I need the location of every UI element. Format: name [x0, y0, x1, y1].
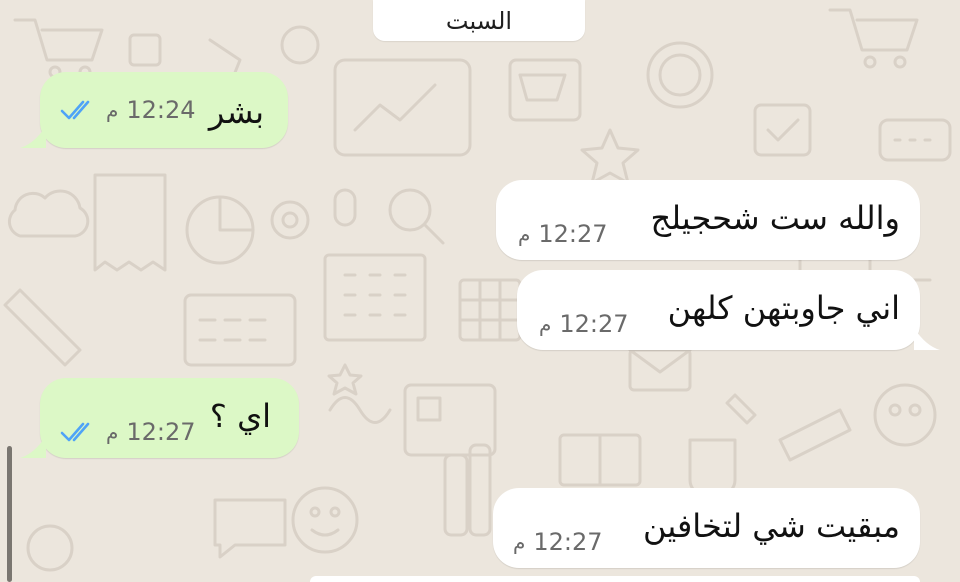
message-meta: م 12:24 — [60, 98, 196, 122]
date-separator-label: السبت — [445, 6, 513, 35]
bubble-tail — [20, 436, 46, 458]
scrollbar-thumb[interactable] — [7, 446, 12, 582]
message-meta: م 12:27 — [513, 530, 603, 554]
message-bubble-sent[interactable]: بشر م 12:24 — [40, 72, 288, 148]
message-text: اني جاوبتهن كلهن — [667, 289, 900, 327]
bubble-tail — [914, 328, 940, 350]
message-bubble-sent[interactable]: اي ؟ م 12:27 — [40, 378, 299, 458]
message-text: اي ؟ — [209, 397, 271, 435]
double-check-read-icon — [60, 100, 90, 120]
message-meta: م 12:27 — [539, 312, 629, 336]
message-time: 12:27 — [533, 528, 603, 556]
message-text: بشر — [208, 93, 264, 131]
message-ampm: م — [518, 222, 531, 246]
message-time: 12:27 — [126, 418, 196, 446]
message-bubble-partial — [310, 576, 920, 582]
message-meta: م 12:27 — [518, 222, 608, 246]
message-ampm: م — [539, 312, 552, 336]
message-ampm: م — [513, 530, 526, 554]
bubble-tail — [20, 126, 46, 148]
message-meta: م 12:27 — [60, 420, 196, 444]
message-text: مبقيت شي لتخافين — [642, 507, 900, 545]
message-bubble-received[interactable]: والله ست شحجيلج م 12:27 — [496, 180, 920, 260]
message-time: 12:24 — [126, 96, 196, 124]
message-bubble-received[interactable]: اني جاوبتهن كلهن م 12:27 — [517, 270, 920, 350]
message-time: 12:27 — [559, 310, 629, 338]
message-bubble-received[interactable]: مبقيت شي لتخافين م 12:27 — [493, 488, 920, 568]
date-separator: السبت — [373, 0, 585, 41]
message-text: والله ست شحجيلج — [650, 199, 900, 237]
message-ampm: م — [106, 420, 119, 444]
double-check-read-icon — [60, 422, 90, 442]
message-ampm: م — [106, 98, 119, 122]
message-time: 12:27 — [538, 220, 608, 248]
